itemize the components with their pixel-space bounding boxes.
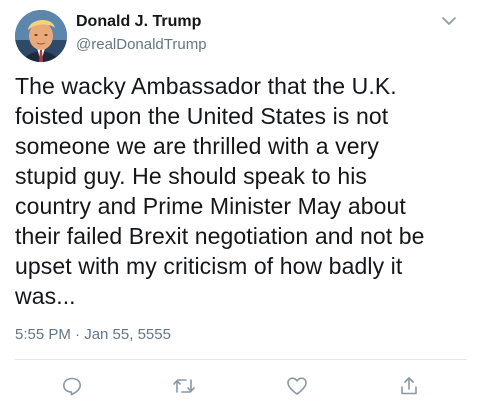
avatar[interactable]	[15, 10, 67, 62]
tweet-text-line: foisted upon the United States is not	[15, 103, 389, 129]
tweet-text-line: country and Prime Minister May about	[15, 193, 406, 219]
tweet-text-line: The wacky Ambassador that the U.K.	[15, 73, 397, 99]
like-icon[interactable]	[283, 372, 311, 400]
tweet-text-line: was...	[15, 283, 76, 309]
retweet-icon[interactable]	[170, 372, 198, 400]
avatar-image	[15, 10, 67, 62]
tweet-text-line: stupid guy. He should speak to his	[15, 163, 368, 189]
tweet-timestamp[interactable]: 5:55 PM · Jan 55, 5555	[15, 325, 171, 345]
share-icon[interactable]	[395, 372, 423, 400]
tweet-text-line: upset with my criticism of how badly it	[15, 253, 403, 279]
author-display-name[interactable]: Donald J. Trump	[76, 12, 201, 32]
tweet-card: Donald J. Trump @realDonaldTrump The wac…	[0, 0, 480, 410]
tweet-text: The wacky Ambassador that the U.K. foist…	[15, 71, 470, 311]
tweet-actions	[0, 372, 480, 400]
author-handle[interactable]: @realDonaldTrump	[76, 35, 207, 55]
tweet-text-line: someone we are thrilled with a very	[15, 133, 379, 159]
tweet-text-line: their failed Brexit negotiation and not …	[15, 223, 425, 249]
divider	[15, 359, 467, 360]
reply-icon[interactable]	[58, 372, 86, 400]
chevron-down-icon[interactable]	[440, 14, 458, 28]
